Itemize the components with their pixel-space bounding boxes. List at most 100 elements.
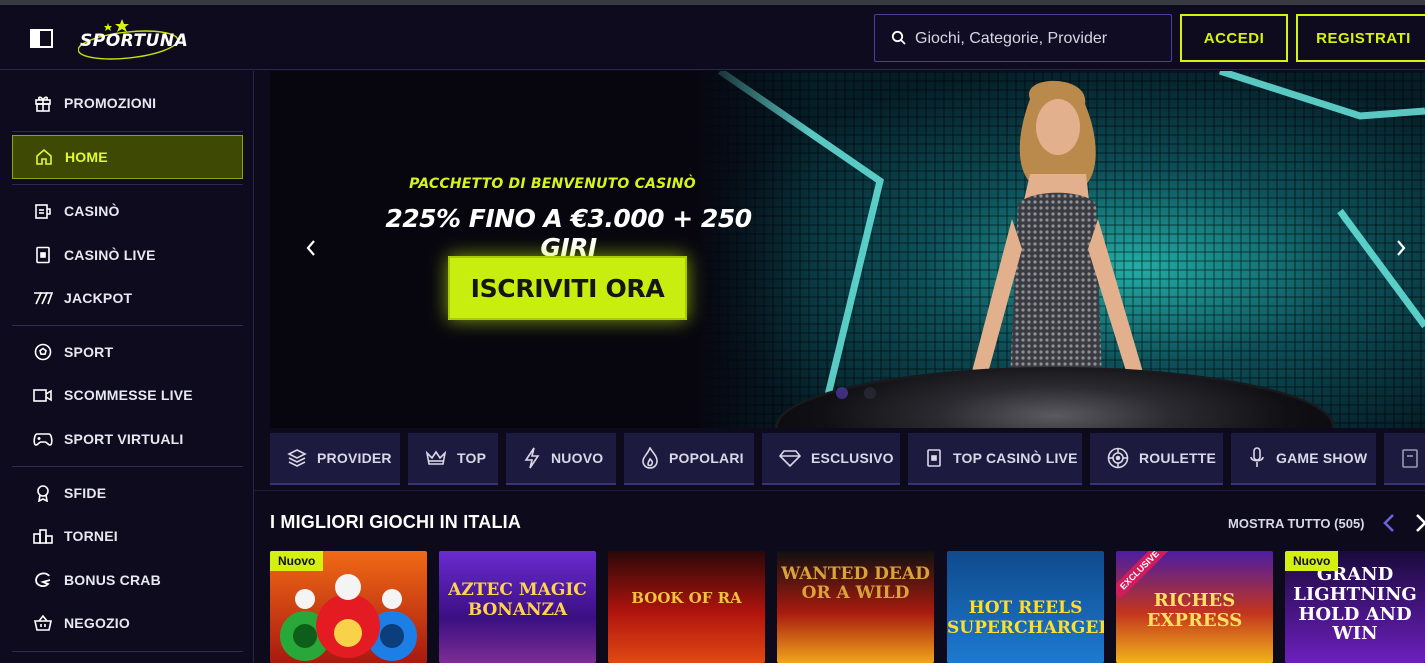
- category-label: TOP: [457, 450, 487, 466]
- category-label: PROVIDER: [317, 450, 392, 466]
- sidebar-item-bonus-crab[interactable]: BONUS CRAB: [12, 558, 243, 602]
- flame-icon: [641, 447, 659, 469]
- game-tile[interactable]: WANTED DEAD OR A WILD: [777, 551, 934, 663]
- category-more[interactable]: [1384, 433, 1425, 485]
- sidebar-item-label: JACKPOT: [64, 290, 133, 306]
- lightning-icon: [523, 447, 541, 469]
- sidebar-item-label: NEGOZIO: [64, 615, 130, 631]
- banner-title: 225% FINO A €3.000 + 250 GIRI: [385, 204, 752, 262]
- section-divider: [254, 490, 1425, 491]
- game-tile[interactable]: BOOK OF RA: [608, 551, 765, 663]
- game-title: AZTEC MAGIC BONANZA: [448, 580, 587, 620]
- promo-banner[interactable]: PACCHETTO DI BENVENUTO CASINÒ 225% FINO …: [270, 71, 1425, 428]
- chevron-right-icon[interactable]: [1414, 512, 1425, 539]
- carousel-dots: [836, 387, 876, 399]
- layers-icon: [287, 448, 307, 468]
- live-card-icon: [32, 244, 54, 266]
- crown-icon: [425, 449, 447, 467]
- sidebar-item-scommesse-live[interactable]: SCOMMESSE LIVE: [12, 373, 243, 417]
- basket-icon: [32, 612, 54, 634]
- category-top-casino-live[interactable]: TOP CASINÒ LIVE: [908, 433, 1082, 485]
- live-card-icon: [925, 448, 943, 468]
- banner-subtitle: PACCHETTO DI BENVENUTO CASINÒ: [409, 176, 696, 192]
- category-nuovo[interactable]: NUOVO: [506, 433, 616, 485]
- sidebar-divider: [12, 466, 243, 467]
- category-popolari[interactable]: POPOLARI: [624, 433, 754, 485]
- category-label: NUOVO: [551, 450, 604, 466]
- sidebar-divider: [12, 325, 243, 326]
- sevens-icon: [32, 287, 54, 309]
- sidebar-item-label: SCOMMESSE LIVE: [64, 387, 193, 403]
- category-label: GAME SHOW: [1276, 450, 1368, 466]
- game-title: RICHES EXPRESS: [1146, 590, 1243, 631]
- category-esclusivo[interactable]: ESCLUSIVO: [762, 433, 900, 485]
- roulette-icon: [1107, 447, 1129, 469]
- category-roulette[interactable]: ROULETTE: [1090, 433, 1223, 485]
- sidebar-item-negozio[interactable]: NEGOZIO: [12, 601, 243, 645]
- category-provider[interactable]: PROVIDER: [270, 433, 400, 485]
- sidebar-item-label: CASINÒ: [64, 203, 120, 219]
- sidebar-divider: [12, 131, 243, 132]
- diamond-icon: [779, 449, 801, 467]
- sidebar-item-tornei[interactable]: TORNEI: [12, 514, 243, 558]
- signup-now-button[interactable]: ISCRIVITI ORA: [448, 256, 687, 320]
- chevron-right-icon[interactable]: [1394, 237, 1408, 264]
- slot-icon: [32, 200, 54, 222]
- game-title: BOOK OF RA: [631, 589, 742, 607]
- brand-name: SPORTUNA: [80, 31, 189, 51]
- category-label: TOP CASINÒ LIVE: [953, 450, 1078, 466]
- clipboard-icon: [1401, 447, 1419, 469]
- brand-logo[interactable]: SPORTUNA: [77, 17, 189, 61]
- chevron-left-icon[interactable]: [1382, 512, 1396, 539]
- sidebar-item-label: TORNEI: [64, 528, 118, 544]
- game-tile[interactable]: Nuovo: [270, 551, 427, 663]
- game-badge: Nuovo: [270, 551, 324, 571]
- crab-claw-icon: [32, 569, 54, 591]
- soccer-ball-icon: [32, 341, 54, 363]
- gift-icon: [32, 92, 54, 114]
- sidebar-item-jackpot[interactable]: JACKPOT: [12, 276, 243, 320]
- sidebar: PROMOZIONI HOME CASINÒ CASINÒ LIVE JACKP…: [0, 71, 254, 663]
- login-button[interactable]: ACCEDI: [1180, 14, 1288, 62]
- game-title: HOT REELS SUPERCHARGED: [947, 598, 1104, 638]
- carousel-dot[interactable]: [836, 387, 848, 399]
- sidebar-divider: [12, 651, 243, 652]
- podium-icon: [32, 525, 54, 547]
- category-label: ESCLUSIVO: [811, 450, 894, 466]
- category-label: POPOLARI: [669, 450, 744, 466]
- sidebar-item-label: SPORT VIRTUALI: [64, 431, 184, 447]
- register-button[interactable]: REGISTRATI: [1296, 14, 1425, 62]
- sidebar-divider: [12, 184, 243, 185]
- sidebar-item-casino[interactable]: CASINÒ: [12, 189, 243, 233]
- show-all-link[interactable]: MOSTRA TUTTO (505): [1228, 516, 1365, 531]
- game-tile[interactable]: RICHES EXPRESS EXCLUSIVE: [1116, 551, 1273, 663]
- sidebar-item-casino-live[interactable]: CASINÒ LIVE: [12, 233, 243, 277]
- home-icon: [33, 146, 55, 168]
- sidebar-item-sport-virtuali[interactable]: SPORT VIRTUALI: [12, 417, 243, 461]
- category-label: ROULETTE: [1139, 450, 1217, 466]
- sidebar-item-sfide[interactable]: SFIDE: [12, 471, 243, 515]
- microphone-icon: [1248, 447, 1266, 469]
- category-game-show[interactable]: GAME SHOW: [1231, 433, 1376, 485]
- sidebar-item-promozioni[interactable]: PROMOZIONI: [12, 81, 243, 125]
- game-tile[interactable]: AZTEC MAGIC BONANZA: [439, 551, 596, 663]
- video-icon: [32, 384, 54, 406]
- search-icon: [891, 30, 907, 51]
- sidebar-item-label: SPORT: [64, 344, 114, 360]
- search-box[interactable]: [874, 14, 1172, 62]
- carousel-dot[interactable]: [864, 387, 876, 399]
- game-tile[interactable]: GRAND LIGHTNING HOLD AND WIN Nuovo: [1285, 551, 1425, 663]
- sidebar-item-label: HOME: [65, 149, 108, 165]
- sidebar-item-label: PROMOZIONI: [64, 95, 157, 111]
- search-input[interactable]: [915, 27, 1155, 51]
- sidebar-item-label: CASINÒ LIVE: [64, 247, 156, 263]
- chevron-left-icon[interactable]: [304, 237, 318, 264]
- sidebar-item-sport[interactable]: SPORT: [12, 330, 243, 374]
- sidebar-toggle-icon[interactable]: [30, 29, 53, 48]
- category-bar: PROVIDER TOP NUOVO POPOLARI ESCLUSIVO TO…: [270, 433, 1425, 485]
- game-title: GRAND LIGHTNING HOLD AND WIN: [1293, 564, 1417, 645]
- category-top[interactable]: TOP: [408, 433, 498, 485]
- sidebar-item-label: SFIDE: [64, 485, 107, 501]
- sidebar-item-home[interactable]: HOME: [12, 135, 243, 179]
- game-tile[interactable]: HOT REELS SUPERCHARGED: [947, 551, 1104, 663]
